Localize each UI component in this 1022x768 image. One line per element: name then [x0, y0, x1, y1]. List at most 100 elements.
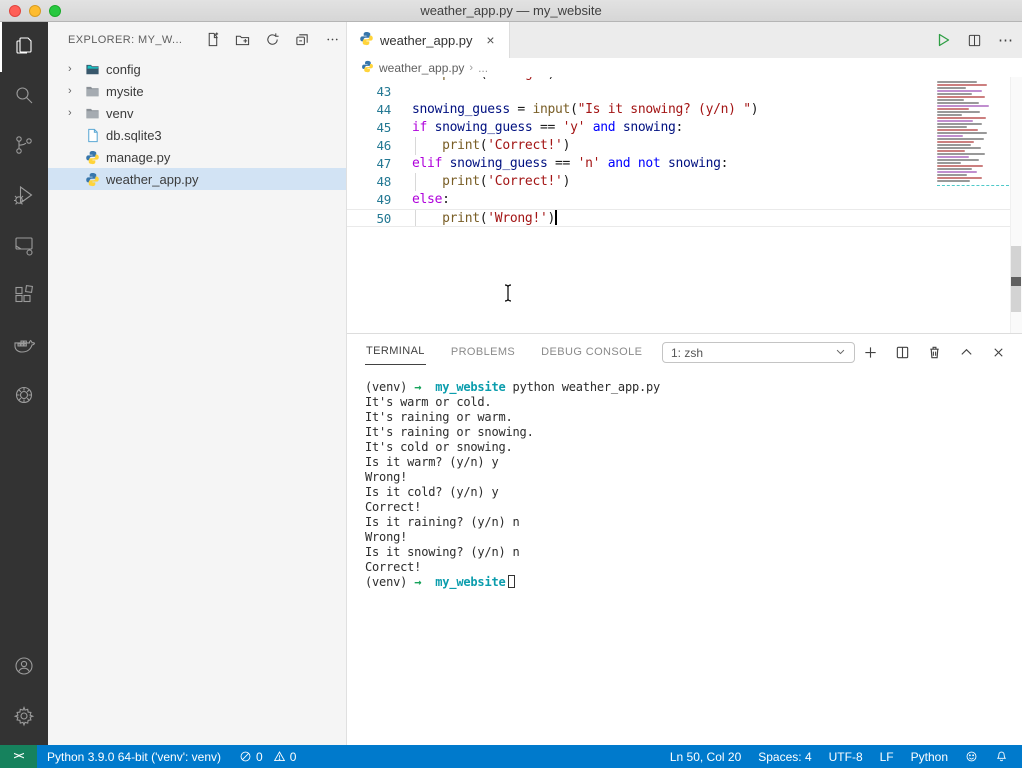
files-icon — [12, 33, 36, 62]
code-line-48[interactable]: 48 print('Correct!') — [347, 173, 1022, 191]
file-tree-label: weather_app.py — [106, 172, 199, 187]
code-line-49[interactable]: 49else: — [347, 191, 1022, 209]
breadcrumb-file[interactable]: weather_app.py — [379, 61, 464, 75]
search-icon — [12, 83, 36, 112]
close-window-button[interactable] — [9, 5, 21, 17]
run-python-file-button[interactable] — [935, 32, 951, 48]
code-editor[interactable]: print('Wrong!') 4344snowing_guess = inpu… — [347, 77, 1022, 333]
minimap-row — [937, 135, 963, 137]
maximize-window-button[interactable] — [49, 5, 61, 17]
line-number: 44 — [347, 101, 391, 119]
new-terminal-icon[interactable] — [863, 345, 878, 360]
terminal-line: (venv) → my_website — [365, 575, 1022, 590]
close-panel-icon[interactable] — [991, 345, 1006, 360]
terminal-shell-dropdown[interactable]: 1: zsh — [662, 342, 855, 363]
error-count: 0 — [256, 750, 263, 764]
activity-bar-bottom — [0, 643, 48, 743]
terminal-output[interactable]: (venv) → my_website python weather_app.p… — [347, 374, 1022, 745]
language-mode-status[interactable]: Python — [911, 750, 948, 764]
encoding-status[interactable]: UTF-8 — [829, 750, 863, 764]
breadcrumb-symbol[interactable]: ... — [478, 61, 488, 75]
minimap-row — [937, 81, 977, 83]
python-file-icon — [361, 60, 374, 76]
minimap-row — [937, 111, 980, 113]
minimap-row — [937, 93, 972, 95]
new-folder-icon[interactable] — [234, 32, 250, 48]
notifications-bell-icon[interactable] — [995, 750, 1008, 763]
minimap[interactable] — [937, 81, 1009, 189]
maximize-panel-icon[interactable] — [959, 345, 974, 360]
terminal-panel: TERMINAL PROBLEMS DEBUG CONSOLE 1: zsh — [347, 333, 1022, 745]
activity-bar-item-run-debug[interactable] — [0, 172, 48, 222]
more-actions-icon[interactable] — [324, 32, 340, 48]
minimap-row — [937, 144, 971, 146]
terminal-line: It's raining or warm. — [365, 410, 1022, 425]
gear-icon — [12, 704, 36, 733]
split-terminal-icon[interactable] — [895, 345, 910, 360]
activity-bar-item-docker[interactable] — [0, 322, 48, 372]
python-interpreter-status[interactable]: Python 3.9.0 64-bit ('venv': venv) — [47, 750, 221, 764]
code-line-45[interactable]: 45if snowing_guess == 'y' and snowing: — [347, 119, 1022, 137]
file-tree-item-manage-py[interactable]: manage.py — [48, 146, 346, 168]
window-controls — [9, 5, 61, 17]
indentation-status[interactable]: Spaces: 4 — [758, 750, 811, 764]
shell-dropdown-value: 1: zsh — [671, 346, 703, 360]
file-tree-item-mysite[interactable]: ›mysite — [48, 80, 346, 102]
minimap-row — [937, 117, 986, 119]
terminal-line: Correct! — [365, 500, 1022, 515]
minimap-row — [937, 180, 970, 182]
split-editor-button[interactable] — [967, 33, 982, 48]
refresh-icon[interactable] — [264, 32, 280, 48]
terminal-line: Correct! — [365, 560, 1022, 575]
remote-indicator[interactable]: >< — [0, 745, 37, 768]
minimap-row — [937, 132, 987, 134]
tab-terminal[interactable]: TERMINAL — [365, 339, 426, 365]
file-tree-item-db-sqlite3[interactable]: db.sqlite3 — [48, 124, 346, 146]
new-file-icon[interactable] — [204, 32, 220, 48]
activity-bar-item-remote-explorer[interactable] — [0, 222, 48, 272]
minimap-row — [937, 159, 979, 161]
activity-bar-item-extensions[interactable] — [0, 272, 48, 322]
eol-status[interactable]: LF — [880, 750, 894, 764]
python-file-icon — [84, 171, 100, 187]
minimap-row — [937, 102, 979, 104]
code-line-46[interactable]: 46 print('Correct!') — [347, 137, 1022, 155]
file-tree-item-weather-app-py[interactable]: weather_app.py — [48, 168, 346, 190]
more-actions-icon[interactable]: ⋯ — [998, 31, 1014, 49]
file-tree-item-venv[interactable]: ›venv — [48, 102, 346, 124]
tab-problems[interactable]: PROBLEMS — [450, 340, 516, 365]
feedback-icon[interactable] — [965, 750, 978, 763]
minimap-cursor-line — [937, 185, 1009, 186]
git-icon — [12, 133, 36, 162]
chevron-down-icon — [835, 346, 846, 360]
tab-label: weather_app.py — [380, 33, 473, 48]
code-line-50[interactable]: 50 print('Wrong!') — [347, 209, 1022, 227]
file-tree-label: mysite — [106, 84, 144, 99]
activity-bar-item-settings[interactable] — [0, 693, 48, 743]
folder-icon — [84, 105, 100, 121]
cursor-position-status[interactable]: Ln 50, Col 20 — [670, 750, 741, 764]
problems-status[interactable]: 0 0 — [239, 750, 296, 764]
activity-bar-item-explorer[interactable] — [0, 22, 48, 72]
terminal-line: It's warm or cold. — [365, 395, 1022, 410]
minimize-window-button[interactable] — [29, 5, 41, 17]
activity-bar-item-source-control[interactable] — [0, 122, 48, 172]
collapse-all-icon[interactable] — [294, 32, 310, 48]
kill-terminal-icon[interactable] — [927, 345, 942, 360]
tab-debug-console[interactable]: DEBUG CONSOLE — [540, 340, 643, 365]
line-number: 43 — [347, 83, 391, 101]
tab-close-icon[interactable]: × — [483, 32, 499, 48]
breadcrumb[interactable]: weather_app.py › ... — [347, 58, 1022, 77]
tab-weather-app[interactable]: weather_app.py × — [347, 22, 510, 58]
code-line-43[interactable]: 43 — [347, 83, 1022, 101]
minimap-row — [937, 165, 983, 167]
code-text: snowing_guess = input("Is it snowing? (y… — [412, 101, 758, 119]
file-tree-item-config[interactable]: ›config — [48, 58, 346, 80]
activity-bar-item-search[interactable] — [0, 72, 48, 122]
activity-bar-item-extension-circle[interactable] — [0, 372, 48, 422]
code-line-47[interactable]: 47elif snowing_guess == 'n' and not snow… — [347, 155, 1022, 173]
editor-scrollbar[interactable] — [1010, 77, 1022, 333]
activity-bar-item-accounts[interactable] — [0, 643, 48, 693]
code-line-44[interactable]: 44 snowing_guess = input("Is it snowing? … — [347, 101, 1022, 119]
minimap-row — [937, 162, 961, 164]
